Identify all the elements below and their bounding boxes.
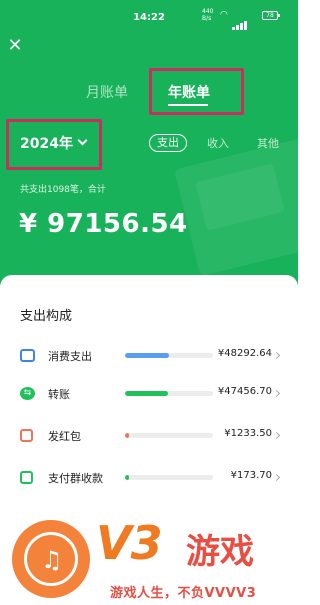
chevron-right-icon — [272, 351, 281, 360]
group-pay-icon — [20, 471, 33, 484]
total-amount: ¥ 97156.54 — [19, 209, 188, 239]
share-bar — [125, 433, 213, 438]
watermark-brand-cn: 游戏 — [186, 532, 254, 572]
filter-other-button[interactable]: 其他 — [257, 135, 279, 151]
row-name: 支付群收款 — [48, 472, 103, 485]
share-bar-fill — [125, 353, 169, 358]
close-icon[interactable]: ✕ — [5, 36, 25, 56]
share-bar — [125, 391, 213, 396]
battery-icon: 78 — [262, 11, 280, 20]
watermark-brand: V3 — [96, 516, 163, 570]
transfer-icon: ⇆ — [20, 387, 35, 400]
header-panel: 14:22 440 B/s ◠ 78 ✕ 月账单 年账单 2024年 支出 收入… — [0, 0, 298, 290]
watermark-logo: ♫ — [12, 520, 90, 598]
row-amount: ¥1233.50 — [224, 428, 272, 439]
row-amount: ¥48292.64 — [217, 348, 272, 359]
watermark: ♫ V3 游戏 游戏人生，不负VVVV3 — [0, 510, 298, 605]
card-title: 支出构成 — [20, 309, 73, 324]
breakdown-row[interactable]: 支付群收款 ¥173.70 — [0, 464, 298, 494]
filter-expense-button[interactable]: 支出 — [149, 134, 187, 152]
share-bar-fill — [125, 475, 129, 480]
row-name: 发红包 — [48, 430, 81, 443]
network-speed: 440 B/s — [202, 8, 214, 22]
summary-text: 共支出1098笔，合计 — [20, 185, 106, 195]
highlight-box-year-tab — [149, 68, 244, 115]
share-bar-fill — [125, 391, 168, 396]
highlight-box-year-select — [6, 119, 102, 170]
share-bar-fill — [125, 433, 129, 438]
row-amount: ¥173.70 — [230, 470, 272, 481]
share-bar — [125, 353, 213, 358]
chevron-right-icon — [272, 431, 281, 440]
breakdown-row[interactable]: 发红包 ¥1233.50 — [0, 422, 298, 452]
share-bar — [125, 475, 213, 480]
music-note-icon: ♫ — [41, 546, 63, 574]
chevron-right-icon — [272, 473, 281, 482]
row-name: 转账 — [48, 388, 70, 401]
chevron-right-icon — [272, 389, 281, 398]
tab-month-bill[interactable]: 月账单 — [86, 82, 128, 102]
breakdown-row[interactable]: 消费支出 ¥48292.64 — [0, 342, 298, 372]
row-name: 消费支出 — [48, 350, 92, 363]
signal-icon — [232, 11, 256, 30]
wifi-icon: ◠ — [220, 10, 228, 20]
status-bar: 14:22 440 B/s ◠ 78 — [0, 0, 298, 36]
breakdown-row[interactable]: ⇆ 转账 ¥47456.70 — [0, 380, 298, 410]
watermark-slogan: 游戏人生，不负VVVV3 — [110, 586, 257, 601]
red-packet-icon — [20, 429, 33, 442]
filter-income-button[interactable]: 收入 — [207, 135, 229, 151]
watermark-ring: ♫ — [24, 532, 78, 586]
row-amount: ¥47456.70 — [217, 386, 272, 397]
wallet-icon — [20, 349, 35, 362]
